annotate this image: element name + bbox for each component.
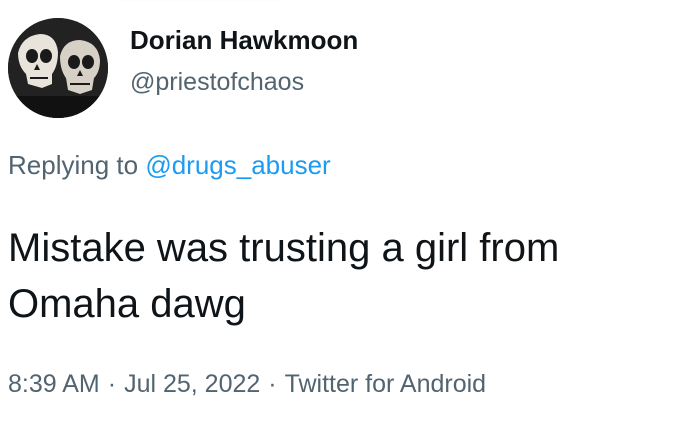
tweet-text: Mistake was trusting a girl from Omaha d…: [8, 220, 698, 332]
author-handle[interactable]: @priestofchaos: [130, 68, 304, 97]
author-name[interactable]: Dorian Hawkmoon: [130, 25, 358, 56]
replying-to-label: Replying to: [8, 150, 139, 180]
tweet-time-link[interactable]: 8:39 AM: [8, 370, 100, 398]
clipped-header-remnant: [120, 0, 280, 2]
reply-mention-link[interactable]: @drugs_abuser: [145, 150, 330, 180]
meta-separator: ·: [107, 370, 117, 398]
avatar[interactable]: [8, 18, 108, 118]
tweet-card: Dorian Hawkmoon @priestofchaos Replying …: [0, 0, 700, 441]
tweet-text-line: Omaha dawg: [8, 282, 246, 326]
skull-artwork-icon: [8, 18, 108, 118]
tweet-date-link[interactable]: Jul 25, 2022: [124, 370, 260, 398]
tweet-source: Twitter for Android: [284, 370, 487, 398]
replying-to-line: Replying to @drugs_abuser: [8, 150, 331, 181]
meta-separator: ·: [268, 370, 277, 398]
tweet-meta: 8:39 AM · Jul 25, 2022 · Twitter for Android: [8, 370, 486, 399]
tweet-text-line: Mistake was trusting a girl from: [8, 226, 560, 270]
